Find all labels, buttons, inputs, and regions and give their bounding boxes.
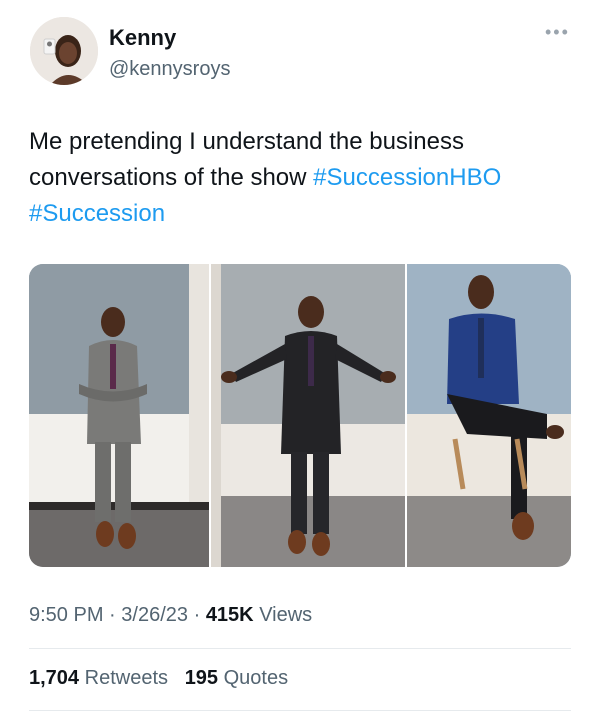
photo-1-image bbox=[29, 264, 209, 567]
photo-2-image bbox=[211, 264, 405, 567]
divider bbox=[29, 648, 571, 649]
quotes-link[interactable]: 195 Quotes bbox=[185, 667, 288, 689]
meta-separator: · bbox=[193, 604, 201, 626]
tweet-photo-2[interactable] bbox=[211, 264, 405, 567]
tweet-photo-1[interactable] bbox=[29, 264, 209, 567]
tweet-text: Me pretending I understand the business … bbox=[29, 124, 574, 232]
meta-separator: · bbox=[109, 604, 116, 626]
tweet-date[interactable]: 3/26/23 bbox=[121, 604, 188, 626]
more-horizontal-icon[interactable]: ••• bbox=[545, 23, 570, 41]
avatar[interactable] bbox=[30, 17, 98, 85]
quotes-count: 195 bbox=[184, 667, 219, 689]
retweets-count: 1,704 bbox=[29, 667, 80, 689]
views-count: 415K bbox=[205, 604, 254, 626]
tweet-time[interactable]: 9:50 PM bbox=[29, 604, 103, 626]
retweets-label: Retweets bbox=[84, 667, 168, 689]
divider bbox=[29, 710, 571, 711]
display-name[interactable]: Kenny bbox=[109, 25, 176, 51]
hashtag-succession-hbo[interactable]: #SuccessionHBO bbox=[313, 164, 501, 191]
retweets-link[interactable]: 1,704 Retweets bbox=[29, 667, 174, 689]
tweet-stats: 1,704 Retweets 195 Quotes bbox=[29, 667, 288, 690]
hashtag-succession[interactable]: #Succession bbox=[29, 200, 165, 227]
quotes-label: Quotes bbox=[223, 667, 289, 689]
views-label: Views bbox=[259, 604, 313, 626]
user-handle[interactable]: @kennysroys bbox=[109, 58, 230, 81]
tweet-photo-3[interactable] bbox=[407, 264, 571, 567]
avatar-image bbox=[30, 17, 98, 85]
tweet-meta: 9:50 PM · 3/26/23 · 415K Views bbox=[29, 604, 312, 627]
photo-3-image bbox=[407, 264, 571, 567]
